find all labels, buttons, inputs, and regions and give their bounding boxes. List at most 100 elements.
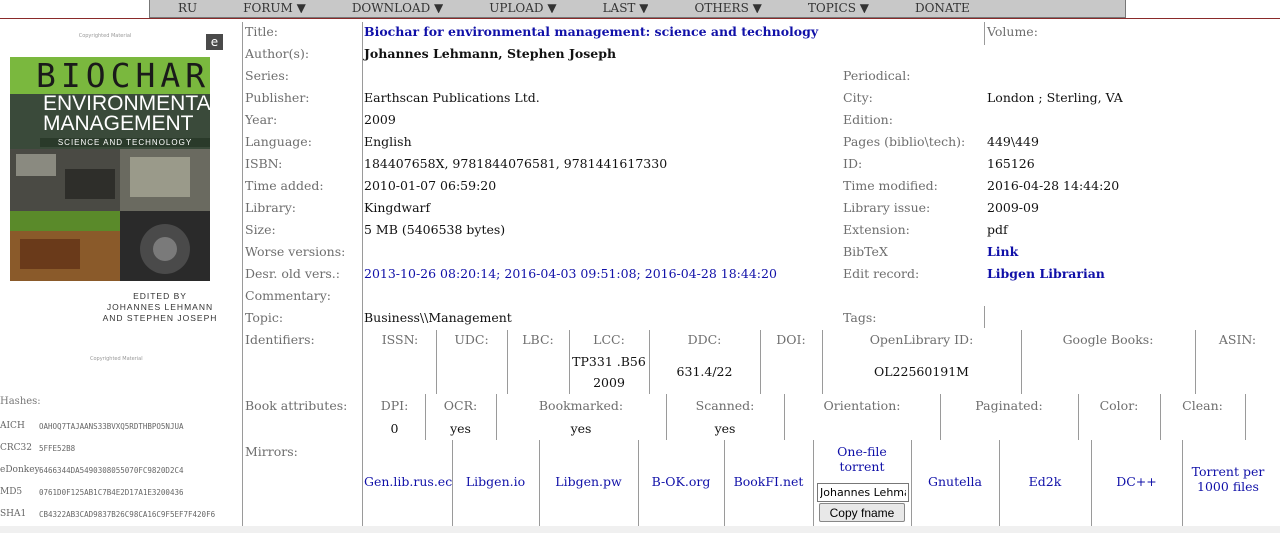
lcc-header: LCC: [593, 332, 625, 347]
menu-item-forum[interactable]: FORUM ▼ [243, 3, 306, 13]
cover-photos [10, 149, 210, 281]
ddc-value: 631.4/22 [676, 364, 733, 379]
desr-old-versions-link[interactable]: 2013-10-26 08:20:14; 2016-04-03 09:51:08… [364, 266, 777, 281]
bottom-bar [0, 526, 1280, 533]
mirror-libgenpw-link[interactable]: Libgen.pw [539, 474, 638, 489]
torrent-per-line1: Torrent per [1191, 464, 1265, 479]
dpi-header: DPI: [380, 398, 409, 413]
title-label: Title: [245, 24, 278, 39]
hash-value[interactable]: 0761D0F125AB1C7B4E2D17A1E3200436 [39, 488, 184, 497]
grid-divider [242, 22, 243, 526]
doi-header: DOI: [776, 332, 806, 347]
grid-divider [1245, 394, 1246, 440]
topic-label: Topic: [245, 310, 284, 325]
worse-versions-label: Worse versions: [245, 244, 346, 259]
bookmarked-header: Bookmarked: [538, 398, 624, 413]
periodical-label: Periodical: [843, 68, 911, 83]
cover-editors-line3: AND STEPHEN JOSEPH [102, 313, 218, 323]
cover-title-line3: MANAGEMENT [43, 112, 194, 135]
hash-key: SHA1 [0, 509, 27, 519]
lbc-header: LBC: [522, 332, 554, 347]
book-cover[interactable]: Copyrighted Material e BIOCHAR ENVIRONME… [10, 28, 232, 378]
cover-copyright-bottom: Copyrighted Material [90, 356, 143, 362]
one-file-torrent-link[interactable]: One-file torrent [813, 444, 911, 474]
mirror-libgenio-link[interactable]: Libgen.io [452, 474, 539, 489]
mirror-ed2k-link[interactable]: Ed2k [999, 474, 1091, 489]
mirror-dcpp-link[interactable]: DC++ [1091, 474, 1182, 489]
book-time-added: 2010-01-07 06:59:20 [364, 178, 497, 193]
cover-title: BIOCHAR [36, 56, 211, 95]
torrent-link-line1: One-file [837, 444, 887, 459]
edit-record-link[interactable]: Libgen Librarian [987, 266, 1105, 281]
menu-item-topics[interactable]: TOPICS ▼ [808, 3, 869, 13]
desr-old-label: Desr. old vers.: [245, 266, 340, 281]
hash-value[interactable]: CB4322AB3CAD9837B26C98CA16C9F5EF7F420F6 [39, 510, 215, 519]
menu-item-last[interactable]: LAST ▼ [603, 3, 649, 13]
size-label: Size: [245, 222, 276, 237]
hash-value[interactable]: OAHOQ7TAJAANS33BVXQ5RDTHBPO5NJUA [39, 422, 184, 431]
library-label: Library: [245, 200, 296, 215]
mirror-genlib-link[interactable]: Gen.lib.rus.ec [364, 474, 452, 489]
paginated-header: Paginated: [975, 398, 1043, 413]
torrent-link-line2: torrent [839, 459, 885, 474]
time-modified-label: Time modified: [843, 178, 938, 193]
bookmarked-value: yes [570, 421, 592, 436]
bibtex-link[interactable]: Link [987, 244, 1018, 259]
orientation-header: Orientation: [823, 398, 901, 413]
hash-row: AICH OAHOQ7TAJAANS33BVXQ5RDTHBPO5NJUA [0, 415, 242, 437]
book-time-modified: 2016-04-28 14:44:20 [987, 178, 1120, 193]
color-header: Color: [1099, 398, 1139, 413]
menu-item-donate[interactable]: DONATE [915, 3, 970, 13]
grid-divider [362, 22, 363, 526]
mirrors-label: Mirrors: [245, 444, 298, 459]
torrent-per-line2: 1000 files [1197, 479, 1259, 494]
copy-fname-button[interactable]: Copy fname [819, 503, 905, 522]
hash-value[interactable]: 6466344DA5490308055070FC9820D2C4 [39, 466, 184, 475]
book-title-link[interactable]: Biochar for environmental management: sc… [364, 24, 818, 39]
hash-row: eDonkey 6466344DA5490308055070FC9820D2C4 [0, 459, 242, 481]
header-divider [0, 18, 1280, 19]
book-library-issue: 2009-09 [987, 200, 1039, 215]
menu-item-others[interactable]: OTHERS ▼ [694, 3, 761, 13]
menu-item-upload[interactable]: UPLOAD ▼ [489, 3, 556, 13]
fname-input[interactable] [817, 483, 909, 502]
library-issue-label: Library issue: [843, 200, 931, 215]
hash-key: MD5 [0, 487, 23, 497]
hash-value[interactable]: 5FFE52B8 [39, 444, 75, 453]
pages-label: Pages (biblio\tech): [843, 134, 966, 149]
hash-row: CRC32 5FFE52B8 [0, 437, 242, 459]
book-authors[interactable]: Johannes Lehmann, Stephen Joseph [364, 46, 616, 61]
book-extension: pdf [987, 222, 1008, 237]
book-city: London ; Sterling, VA [987, 90, 1123, 105]
book-pages: 449\449 [987, 134, 1039, 149]
series-label: Series: [245, 68, 289, 83]
book-year: 2009 [364, 112, 396, 127]
year-label: Year: [245, 112, 278, 127]
openlibrary-value[interactable]: OL22560191M [822, 364, 1021, 379]
extension-label: Extension: [843, 222, 910, 237]
scanned-header: Scanned: [695, 398, 755, 413]
mirror-bok-link[interactable]: B-OK.org [638, 474, 724, 489]
cover-copyright: Copyrighted Material [78, 33, 132, 39]
grid-divider [984, 306, 985, 328]
issn-header: ISSN: [381, 332, 419, 347]
dpi-value: 0 [390, 421, 399, 436]
cover-editors: EDITED BY JOHANNES LEHMANN AND STEPHEN J… [90, 291, 230, 324]
ocr-value: yes [450, 421, 471, 436]
book-language: English [364, 134, 412, 149]
torrent-per-1000-link[interactable]: Torrent per 1000 files [1182, 464, 1274, 494]
book-isbn: 184407658X, 9781844076581, 9781441617330 [364, 156, 668, 171]
menu-item-ru[interactable]: RU [178, 3, 197, 13]
publisher-logo: e [206, 34, 223, 50]
ocr-header: OCR: [443, 398, 478, 413]
asin-header: ASIN: [1218, 332, 1257, 347]
book-library: Kingdwarf [364, 200, 431, 215]
attributes-label: Book attributes: [245, 398, 348, 413]
mirror-gnutella-link[interactable]: Gnutella [911, 474, 999, 489]
menu-item-download[interactable]: DOWNLOAD ▼ [352, 3, 443, 13]
edit-record-label: Edit record: [843, 266, 920, 281]
mirror-bookfi-link[interactable]: BookFI.net [724, 474, 813, 489]
cover-editors-line1: EDITED BY [133, 291, 187, 301]
book-id: 165126 [987, 156, 1035, 171]
book-size: 5 MB (5406538 bytes) [364, 222, 506, 237]
